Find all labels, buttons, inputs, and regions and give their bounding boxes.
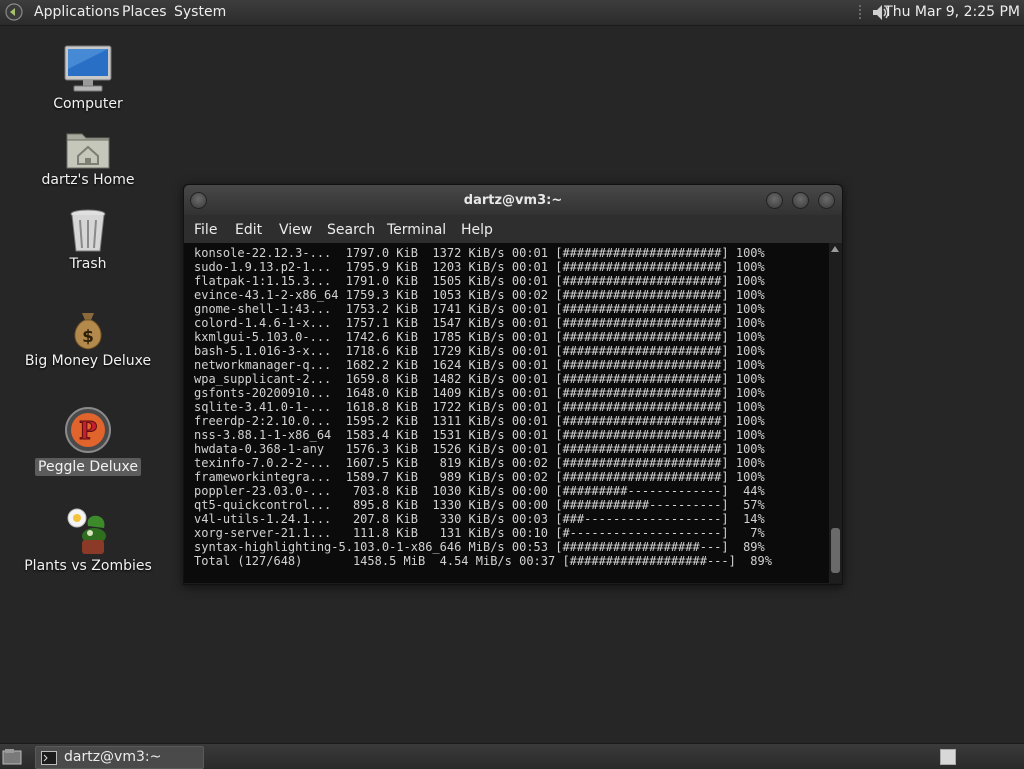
maximize-button[interactable] (792, 192, 809, 209)
menu-search[interactable]: Search (327, 222, 375, 238)
terminal-line: networkmanager-q... 1682.2 KiB 1624 KiB/… (194, 358, 765, 372)
terminal-line: syntax-highlighting-5.103.0-1-x86_646 Mi… (194, 540, 765, 554)
terminal-line: frameworkintegra... 1589.7 KiB 989 KiB/s… (194, 470, 765, 484)
panel-separator (857, 3, 863, 21)
terminal-line: kxmlgui-5.103.0-... 1742.6 KiB 1785 KiB/… (194, 330, 765, 344)
terminal-window[interactable]: dartz@vm3:~ File Edit View Search Termin… (183, 184, 843, 585)
close-button[interactable] (818, 192, 835, 209)
taskbar-item-label: dartz@vm3:~ (64, 749, 162, 765)
menu-places[interactable]: Places (122, 4, 167, 20)
desktop-icon-trash[interactable]: Trash (13, 208, 163, 272)
svg-text:P: P (79, 416, 97, 445)
window-titlebar[interactable]: dartz@vm3:~ (184, 185, 842, 215)
menu-system[interactable]: System (174, 4, 226, 20)
terminal-menubar: File Edit View Search Terminal Help (184, 215, 842, 243)
terminal-line: hwdata-0.368-1-any 1576.3 KiB 1526 KiB/s… (194, 442, 765, 456)
terminal-line: evince-43.1-2-x86_64 1759.3 KiB 1053 KiB… (194, 288, 765, 302)
top-panel: Applications Places System Thu Mar 9, 2:… (0, 0, 1024, 26)
terminal-line: xorg-server-21.1... 111.8 KiB 131 KiB/s … (194, 526, 765, 540)
money-bag-icon: $ (74, 313, 102, 350)
terminal-line: wpa_supplicant-2... 1659.8 KiB 1482 KiB/… (194, 372, 765, 386)
terminal-line: poppler-23.03.0-... 703.8 KiB 1030 KiB/s… (194, 484, 765, 498)
trash-bin-icon (70, 209, 106, 252)
desktop-icon-home[interactable]: dartz's Home (13, 128, 163, 188)
home-folder-icon (66, 133, 110, 169)
clock[interactable]: Thu Mar 9, 2:25 PM (884, 4, 1020, 20)
scroll-up-arrow-icon[interactable] (831, 246, 839, 252)
desktop-icon-peggle[interactable]: P Peggle Deluxe (13, 406, 163, 476)
desktop-label-home: dartz's Home (41, 172, 135, 188)
menu-help[interactable]: Help (461, 222, 493, 238)
desktop-label-big-money: Big Money Deluxe (24, 353, 152, 369)
terminal-line: Total (127/648) 1458.5 MiB 4.54 MiB/s 00… (194, 554, 772, 568)
desktop-label-plants-vs-zombies: Plants vs Zombies (24, 558, 152, 574)
computer-monitor-icon (64, 45, 112, 92)
terminal-output[interactable]: konsole-22.12.3-... 1797.0 KiB 1372 KiB/… (184, 243, 829, 583)
terminal-scrollbar[interactable] (829, 243, 842, 583)
scrollbar-thumb[interactable] (831, 528, 840, 573)
window-title: dartz@vm3:~ (463, 193, 563, 208)
minimize-button[interactable] (766, 192, 783, 209)
terminal-line: flatpak-1:1.15.3... 1791.0 KiB 1505 KiB/… (194, 274, 765, 288)
terminal-lines: konsole-22.12.3-... 1797.0 KiB 1372 KiB/… (194, 246, 772, 568)
menu-file[interactable]: File (194, 222, 217, 238)
terminal-line: nss-3.88.1-1-x86_64 1583.4 KiB 1531 KiB/… (194, 428, 765, 442)
svg-text:$: $ (82, 327, 94, 347)
plants-vs-zombies-icon (67, 508, 106, 554)
desktop-icon-big-money[interactable]: $ Big Money Deluxe (13, 309, 163, 369)
desktop-label-trash: Trash (69, 256, 107, 272)
terminal-line: gnome-shell-1:43... 1753.2 KiB 1741 KiB/… (194, 302, 765, 316)
show-desktop-icon[interactable] (2, 748, 22, 765)
terminal-icon (41, 751, 57, 765)
menu-terminal[interactable]: Terminal (387, 222, 446, 238)
terminal-line: texinfo-7.0.2-2-... 1607.5 KiB 819 KiB/s… (194, 456, 765, 470)
desktop-icon-plants-vs-zombies[interactable]: Plants vs Zombies (13, 506, 163, 574)
bottom-panel: dartz@vm3:~ (0, 743, 1024, 769)
peggle-ball-icon: P (65, 407, 111, 453)
desktop-icon-computer[interactable]: Computer (13, 44, 163, 112)
workspace-switcher-icon[interactable] (940, 749, 956, 765)
menu-edit[interactable]: Edit (235, 222, 262, 238)
terminal-line: konsole-22.12.3-... 1797.0 KiB 1372 KiB/… (194, 246, 765, 260)
terminal-line: qt5-quickcontrol... 895.8 KiB 1330 KiB/s… (194, 498, 765, 512)
menu-view[interactable]: View (279, 222, 312, 238)
terminal-line: gsfonts-20200910... 1648.0 KiB 1409 KiB/… (194, 386, 765, 400)
terminal-line: v4l-utils-1.24.1... 207.8 KiB 330 KiB/s … (194, 512, 765, 526)
terminal-line: colord-1.4.6-1-x... 1757.1 KiB 1547 KiB/… (194, 316, 765, 330)
terminal-line: bash-5.1.016-3-x... 1718.6 KiB 1729 KiB/… (194, 344, 765, 358)
desktop-label-computer: Computer (53, 96, 123, 112)
desktop-label-peggle: Peggle Deluxe (35, 458, 141, 476)
gnome-foot-icon[interactable] (5, 3, 23, 21)
menu-applications[interactable]: Applications (34, 4, 120, 20)
taskbar-item-terminal[interactable]: dartz@vm3:~ (35, 746, 204, 769)
terminal-line: freerdp-2:2.10.0... 1595.2 KiB 1311 KiB/… (194, 414, 765, 428)
terminal-line: sudo-1.9.13.p2-1... 1795.9 KiB 1203 KiB/… (194, 260, 765, 274)
terminal-line: sqlite-3.41.0-1-... 1618.8 KiB 1722 KiB/… (194, 400, 765, 414)
